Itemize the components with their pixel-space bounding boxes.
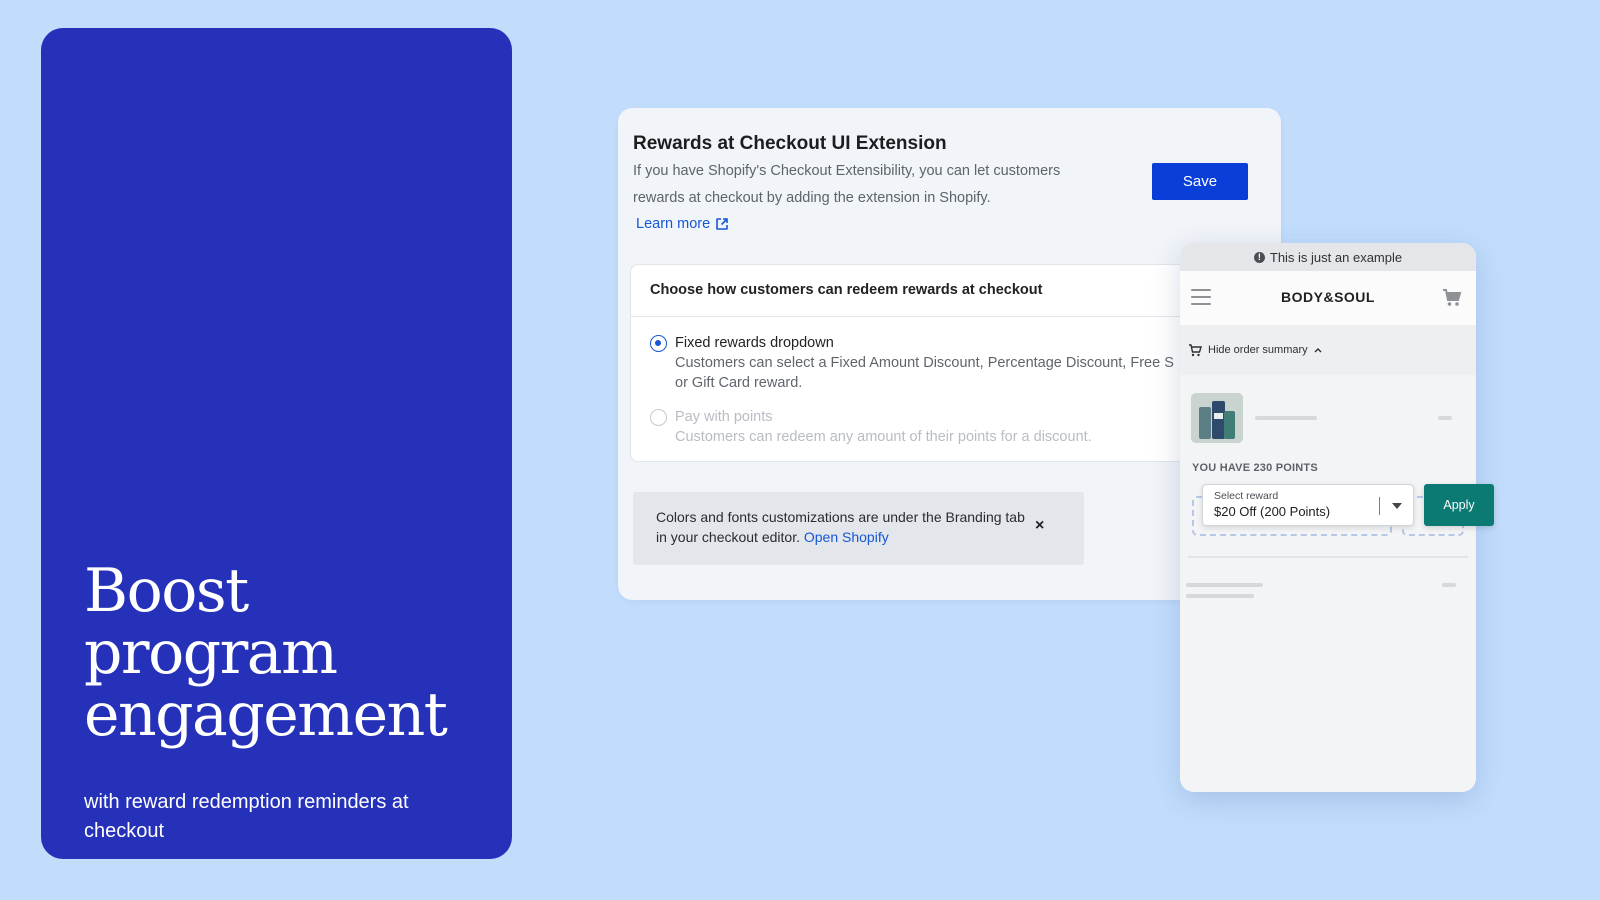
learn-more-label: Learn more bbox=[636, 216, 711, 232]
hero-title: Boost program engagement bbox=[84, 556, 448, 750]
settings-description: If you have Shopify's Checkout Extensibi… bbox=[633, 163, 1061, 206]
example-notice: This is just an example bbox=[1269, 249, 1403, 265]
item-price-placeholder bbox=[1438, 416, 1452, 420]
example-notice-bar: ! This is just an example bbox=[1180, 243, 1476, 271]
radio-pay-with-points bbox=[650, 409, 667, 426]
hero-card: Boost program engagement with reward red… bbox=[41, 28, 512, 859]
select-reward-caption: Select reward bbox=[1214, 490, 1279, 502]
external-link-icon bbox=[716, 218, 728, 230]
line-item bbox=[1180, 375, 1476, 445]
cart-icon[interactable] bbox=[1442, 289, 1462, 307]
select-reward-value: $20 Off (200 Points) bbox=[1214, 504, 1331, 519]
radio-fixed-rewards[interactable] bbox=[650, 335, 667, 352]
option-label: Pay with points bbox=[675, 409, 773, 425]
product-thumbnail bbox=[1191, 393, 1243, 443]
points-balance: YOU HAVE 230 POINTS bbox=[1192, 462, 1318, 474]
chevron-up-icon bbox=[1314, 348, 1322, 353]
learn-more-link[interactable]: Learn more bbox=[636, 216, 729, 232]
caret-down-icon bbox=[1392, 503, 1402, 509]
close-icon[interactable]: × bbox=[1035, 516, 1044, 536]
save-button[interactable]: Save bbox=[1152, 163, 1248, 200]
checkout-preview: ! This is just an example BODY&SOUL Hide… bbox=[1180, 243, 1494, 792]
store-brand: BODY&SOUL bbox=[1281, 289, 1375, 305]
settings-title: Rewards at Checkout UI Extension bbox=[633, 133, 947, 154]
select-reward-dropdown[interactable]: Select reward $20 Off (200 Points) bbox=[1202, 484, 1414, 526]
order-summary-label: Hide order summary bbox=[1208, 344, 1308, 356]
option-label: Fixed rewards dropdown bbox=[675, 335, 834, 351]
divider bbox=[1188, 556, 1468, 558]
open-shopify-link[interactable]: Open Shopify bbox=[804, 529, 889, 545]
branding-info-banner: Colors and fonts customizations are unde… bbox=[633, 492, 1084, 565]
info-icon: ! bbox=[1253, 251, 1265, 263]
option-description: Customers can redeem any amount of their… bbox=[675, 429, 1092, 445]
option-pay-with-points: Pay with points Customers can redeem any… bbox=[650, 407, 1215, 447]
option-fixed-rewards-dropdown[interactable]: Fixed rewards dropdown Customers can sel… bbox=[650, 333, 1215, 393]
subtotal-value-placeholder bbox=[1442, 583, 1456, 587]
option-description: Customers can select a Fixed Amount Disc… bbox=[675, 355, 1174, 371]
subtotal-label-placeholder bbox=[1186, 583, 1263, 587]
hero-subtitle: with reward redemption reminders at chec… bbox=[84, 791, 409, 842]
cart-outline-icon bbox=[1189, 343, 1202, 356]
item-title-placeholder bbox=[1255, 416, 1317, 420]
store-header: BODY&SOUL bbox=[1180, 271, 1476, 325]
option-description-cont: or Gift Card reward. bbox=[675, 375, 803, 391]
order-summary-toggle[interactable]: Hide order summary bbox=[1180, 325, 1476, 375]
shipping-label-placeholder bbox=[1186, 594, 1254, 598]
apply-button[interactable]: Apply bbox=[1424, 484, 1494, 526]
